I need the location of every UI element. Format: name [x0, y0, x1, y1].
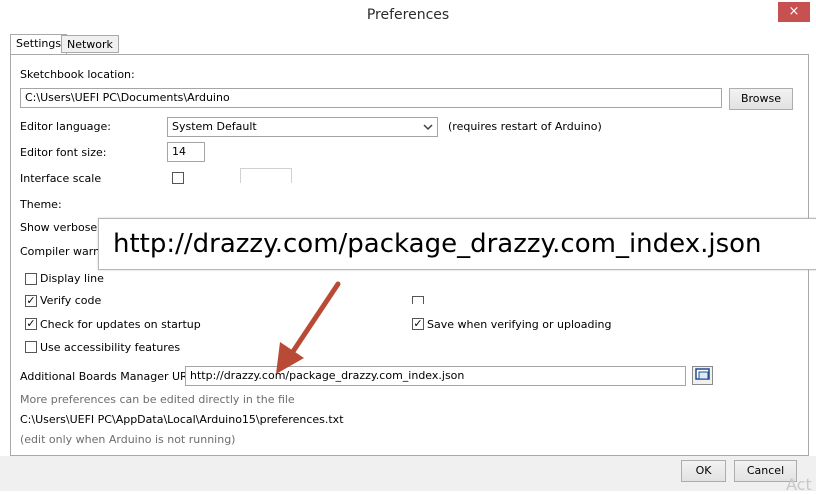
edit-urls-button[interactable] — [692, 366, 713, 385]
tab-network[interactable]: Network — [61, 35, 119, 53]
theme-label: Theme: — [20, 198, 62, 211]
save-when-verifying-checkbox[interactable]: ✓ — [412, 318, 424, 330]
display-line-numbers-checkbox[interactable] — [25, 273, 37, 285]
preferences-file-path: C:\Users\UEFI PC\AppData\Local\Arduino15… — [20, 413, 344, 426]
display-line-numbers-label: Display line — [40, 272, 104, 285]
save-when-verifying-label: Save when verifying or uploading — [427, 318, 612, 331]
window-icon — [695, 368, 710, 380]
editor-language-value: System Default — [172, 120, 257, 133]
accessibility-checkbox[interactable] — [25, 341, 37, 353]
accessibility-label: Use accessibility features — [40, 341, 181, 354]
interface-scale-stepper[interactable] — [240, 168, 292, 183]
window-title: Preferences — [366, 7, 450, 23]
check-updates-checkbox[interactable]: ✓ — [25, 318, 37, 330]
interface-scale-label: Interface scale — [20, 172, 102, 185]
sketchbook-label: Sketchbook location: — [20, 68, 135, 81]
more-preferences-note: More preferences can be edited directly … — [20, 393, 295, 406]
editor-language-label: Editor language: — [20, 120, 111, 133]
font-size-input[interactable]: 14 — [167, 142, 205, 162]
interface-scale-checkbox[interactable] — [172, 172, 184, 184]
zoomed-url-callout: http://drazzy.com/package_drazzy.com_ind… — [98, 218, 816, 270]
boards-url-label: Additional Boards Manager URLs: — [20, 370, 204, 383]
close-button[interactable]: × — [778, 2, 810, 22]
browse-button[interactable]: Browse — [729, 88, 793, 110]
zoomed-url-text: http://drazzy.com/package_drazzy.com_ind… — [113, 229, 762, 259]
boards-url-input[interactable]: http://drazzy.com/package_drazzy.com_ind… — [185, 366, 686, 386]
activate-watermark: Act — [786, 475, 812, 494]
chevron-down-icon — [423, 118, 433, 136]
verify-code-label: Verify code — [40, 294, 102, 307]
editor-language-note: (requires restart of Arduino) — [448, 120, 602, 133]
obscured-checkbox[interactable] — [412, 296, 424, 304]
show-verbose-label: Show verbose — [20, 221, 98, 234]
verify-code-checkbox[interactable]: ✓ — [25, 295, 37, 307]
check-updates-label: Check for updates on startup — [40, 318, 201, 331]
pointer-arrow-icon — [276, 281, 341, 374]
ok-button[interactable]: OK — [681, 460, 726, 482]
font-size-label: Editor font size: — [20, 146, 107, 159]
sketchbook-location-input[interactable]: C:\Users\UEFI PC\Documents\Arduino — [20, 88, 722, 108]
editor-language-select[interactable]: System Default — [167, 117, 438, 137]
compiler-warnings-label: Compiler warni — [20, 245, 104, 258]
tab-settings[interactable]: Settings — [10, 34, 68, 55]
edit-only-note: (edit only when Arduino is not running) — [20, 433, 236, 446]
